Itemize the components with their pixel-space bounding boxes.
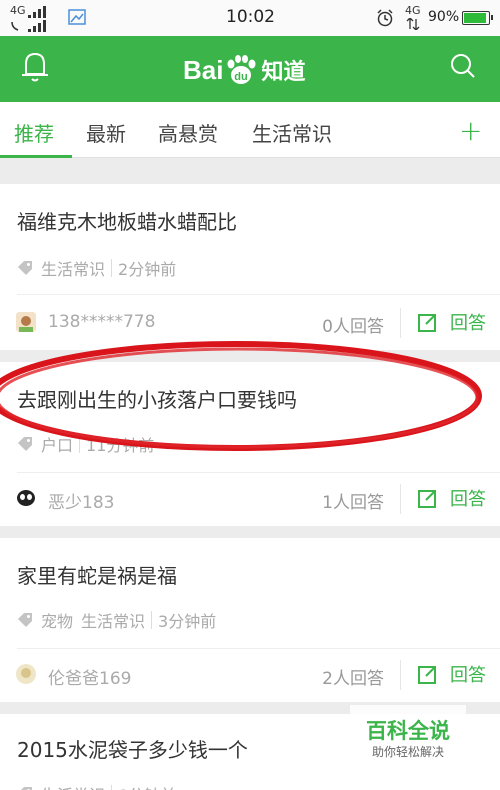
question-time: 8分钟前 xyxy=(118,782,176,790)
watermark-title: 百科全说 xyxy=(366,719,450,743)
watermark: 百科全说 助你轻松解决 xyxy=(350,705,466,765)
question-meta: 生活常识 2分钟前 xyxy=(17,256,176,280)
paw-icon: du xyxy=(225,55,257,85)
question-card[interactable]: 福维克木地板蜡水蜡配比 生活常识 2分钟前 138*****778 0人回答 回… xyxy=(0,184,500,350)
answer-count: 1人回答 xyxy=(322,493,384,513)
svg-text:du: du xyxy=(235,71,248,83)
question-footer: 伦爸爸169 2人回答 回答 xyxy=(0,650,500,700)
tab-latest[interactable]: 最新 xyxy=(86,118,126,147)
logo-text: Bai xyxy=(183,54,224,85)
battery-icon xyxy=(462,11,493,25)
question-card[interactable]: 家里有蛇是祸是福 宠物 生活常识 3分钟前 伦爸爸169 2人回答 回答 xyxy=(0,538,500,702)
question-footer: 138*****778 0人回答 回答 xyxy=(0,298,500,348)
question-tag[interactable]: 户口 xyxy=(41,432,73,456)
question-tag[interactable]: 宠物 xyxy=(41,608,73,632)
tag-icon xyxy=(21,787,32,790)
question-time: 2分钟前 xyxy=(118,260,177,279)
category-tab-bar: 推荐 最新 高悬赏 生活常识 + xyxy=(0,102,500,158)
answer-count: 0人回答 xyxy=(322,317,384,337)
phone-signal-icon xyxy=(11,20,46,32)
signal-icon xyxy=(28,6,46,18)
logo-chinese: 知道 xyxy=(261,60,306,85)
question-tag[interactable]: 生活常识 xyxy=(41,256,105,280)
screenshot-icon xyxy=(68,9,86,25)
status-bar: 4G 10:02 4G 90% xyxy=(0,0,500,36)
answer-button[interactable]: 回答 xyxy=(418,309,486,335)
avatar xyxy=(16,664,36,684)
tab-recommend[interactable]: 推荐 xyxy=(14,118,54,147)
question-footer: 恶少183 1人回答 回答 xyxy=(0,474,500,524)
answer-button[interactable]: 回答 xyxy=(418,661,486,687)
active-tab-indicator xyxy=(0,155,72,158)
clock: 10:02 xyxy=(226,7,275,27)
question-time: 3分钟前 xyxy=(158,612,217,631)
asker-name: 恶少183 xyxy=(48,493,115,513)
question-tag[interactable]: 生活常识 xyxy=(81,608,145,632)
answer-button-label: 回答 xyxy=(450,489,486,510)
data-arrows-icon xyxy=(406,18,420,30)
question-title[interactable]: 2015水泥袋子多少钱一个 xyxy=(17,734,248,763)
answer-button-label: 回答 xyxy=(450,313,486,334)
edit-icon xyxy=(418,666,436,684)
question-tag[interactable]: 生活常识 xyxy=(41,782,105,790)
edit-icon xyxy=(418,314,436,332)
add-tab-button[interactable]: + xyxy=(459,114,482,147)
edit-icon xyxy=(418,490,436,508)
question-title[interactable]: 福维克木地板蜡水蜡配比 xyxy=(17,206,237,235)
tab-high-reward[interactable]: 高悬赏 xyxy=(158,118,218,147)
question-meta: 宠物 生活常识 3分钟前 xyxy=(17,608,216,632)
network-label-2: 4G xyxy=(405,4,421,17)
question-title[interactable]: 去跟刚出生的小孩落户口要钱吗 xyxy=(17,384,297,413)
asker-name: 伦爸爸169 xyxy=(48,669,132,689)
asker-name: 138*****778 xyxy=(48,312,156,332)
baidu-zhidao-logo: Bai du 知道 xyxy=(183,54,305,86)
question-card[interactable]: 去跟刚出生的小孩落户口要钱吗 户口 11分钟前 恶少183 1人回答 回答 xyxy=(0,362,500,526)
alarm-icon xyxy=(377,9,393,27)
question-meta: 户口 11分钟前 xyxy=(17,432,154,456)
search-icon[interactable] xyxy=(450,53,476,81)
battery-percent: 90% xyxy=(428,9,460,25)
answer-button-label: 回答 xyxy=(450,665,486,686)
avatar xyxy=(16,312,36,332)
avatar xyxy=(16,488,36,508)
bell-icon[interactable] xyxy=(20,50,50,84)
tab-life-tips[interactable]: 生活常识 xyxy=(252,118,332,147)
question-title[interactable]: 家里有蛇是祸是福 xyxy=(17,560,177,589)
tag-icon xyxy=(18,437,32,451)
tag-icon xyxy=(18,261,32,275)
watermark-subtitle: 助你轻松解决 xyxy=(372,745,445,759)
question-time: 11分钟前 xyxy=(86,436,155,455)
answer-count: 2人回答 xyxy=(322,669,384,689)
network-label-1: 4G xyxy=(10,4,26,17)
question-meta: 生活常识 8分钟前 xyxy=(17,782,176,790)
answer-button[interactable]: 回答 xyxy=(418,485,486,511)
tag-icon xyxy=(18,613,32,627)
app-header: Bai du 知道 xyxy=(0,36,500,102)
